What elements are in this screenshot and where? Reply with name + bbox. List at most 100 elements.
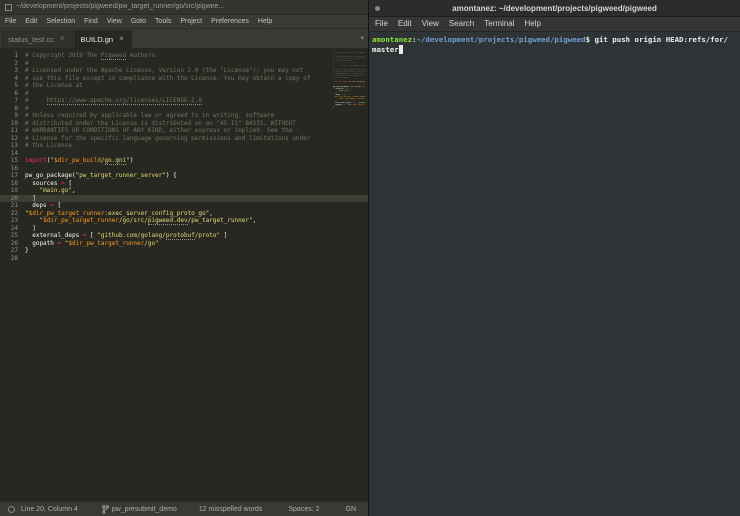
code-line-17: 17pw_go_package("pw_target_runner_server…: [0, 172, 368, 180]
menu-item-help[interactable]: Help: [524, 17, 540, 31]
line-number: 8: [0, 105, 25, 113]
line-number: 23: [0, 217, 25, 225]
code-text: # https://www.apache.org/licenses/LICENS…: [25, 97, 368, 105]
line-number: 14: [0, 150, 25, 158]
window-menu-icon[interactable]: [375, 6, 380, 11]
terminal-window: amontanez: ~/development/projects/pigwee…: [369, 0, 740, 516]
menu-item-find[interactable]: Find: [84, 15, 98, 28]
terminal-screen[interactable]: amontanez:~/development/projects/pigweed…: [369, 32, 740, 516]
line-number: 5: [0, 82, 25, 90]
line-number: 9: [0, 112, 25, 120]
code-text: #: [25, 105, 368, 113]
menu-item-view[interactable]: View: [422, 17, 439, 31]
menu-item-help[interactable]: Help: [258, 15, 272, 28]
editor-titlebar[interactable]: ~/development/projects/pigweed/pw_target…: [0, 0, 368, 15]
code-line-24: 24 ]: [0, 225, 368, 233]
line-number: 6: [0, 90, 25, 98]
line-number: 28: [0, 255, 25, 263]
spellcheck-status[interactable]: 12 misspelled words: [199, 506, 262, 513]
code-text: [25, 255, 368, 263]
line-number: 15: [0, 157, 25, 165]
status-indicator-icon: [8, 506, 15, 513]
line-number: 11: [0, 127, 25, 135]
code-text: import("$dir_pw_build/go.gni"): [25, 157, 368, 165]
code-line-18: 18 sources = [: [0, 180, 368, 188]
cursor-position-status[interactable]: Line 20, Column 4: [21, 506, 78, 513]
menu-item-view[interactable]: View: [107, 15, 122, 28]
menu-item-selection[interactable]: Selection: [46, 15, 75, 28]
terminal-titlebar[interactable]: amontanez: ~/development/projects/pigwee…: [369, 0, 740, 17]
code-line-11: 11# WARRANTIES OR CONDITIONS OF ANY KIND…: [0, 127, 368, 135]
tab-close-icon[interactable]: ×: [119, 35, 124, 43]
code-line-28: 28: [0, 255, 368, 263]
prompt-path: ~/development/projects/pigweed/pigweed: [417, 35, 586, 44]
code-text: [25, 150, 368, 158]
code-line-21: 21 deps = [: [0, 202, 368, 210]
code-line-9: 9# Unless required by applicable law or …: [0, 112, 368, 120]
code-line-26: 26 gopath = "$dir_pw_target_runner/go": [0, 240, 368, 248]
line-number: 1: [0, 52, 25, 60]
window-icon: [5, 4, 12, 11]
terminal-prompt-line: amontanez:~/development/projects/pigweed…: [372, 35, 738, 45]
code-line-22: 22"$dir_pw_target_runner:exec_server_con…: [0, 210, 368, 218]
code-line-4: 4# use this file except in compliance wi…: [0, 75, 368, 83]
editor-statusbar: Line 20, Column 4 pw_presubmit_demo 12 m…: [0, 501, 368, 516]
tab-status_test.cc[interactable]: status_test.cc×: [1, 30, 73, 48]
line-number: 2: [0, 60, 25, 68]
menu-item-project[interactable]: Project: [180, 15, 202, 28]
code-text: # License for the specific language gove…: [25, 135, 368, 143]
line-number: 3: [0, 67, 25, 75]
code-line-10: 10# distributed under the License is dis…: [0, 120, 368, 128]
line-number: 13: [0, 142, 25, 150]
code-text: #: [25, 60, 368, 68]
menu-item-terminal[interactable]: Terminal: [484, 17, 514, 31]
minimap[interactable]: # Copyright 2019 The Pigweed Authors## L…: [333, 52, 365, 111]
tab-overflow-icon[interactable]: ▾: [360, 34, 364, 42]
menu-item-tools[interactable]: Tools: [155, 15, 171, 28]
code-line-25: 25 external_deps = [ "github.com/golang/…: [0, 232, 368, 240]
line-number: 4: [0, 75, 25, 83]
syntax-status[interactable]: GN: [346, 506, 357, 513]
code-text: pw_go_package("pw_target_runner_server")…: [25, 172, 368, 180]
menu-item-file[interactable]: File: [375, 17, 388, 31]
tab-label: BUILD.gn: [81, 35, 114, 44]
code-text: ]: [25, 225, 368, 233]
code-line-3: 3# Licensed under the Apache License, Ve…: [0, 67, 368, 75]
line-number: 7: [0, 97, 25, 105]
code-line-19: 19 "main.go",: [0, 187, 368, 195]
code-line-12: 12# License for the specific language go…: [0, 135, 368, 143]
tab-close-icon[interactable]: ×: [60, 35, 65, 43]
code-text: # WARRANTIES OR CONDITIONS OF ANY KIND, …: [25, 127, 368, 135]
editor-tabbar: status_test.cc× BUILD.gn × ▾: [0, 29, 368, 48]
code-text: "main.go",: [25, 187, 368, 195]
menu-item-file[interactable]: File: [5, 15, 16, 28]
code-line-20: 20 ]: [0, 195, 368, 203]
indentation-status[interactable]: Spaces: 2: [288, 506, 319, 513]
tab-BUILD.gn[interactable]: BUILD.gn ×: [74, 30, 132, 48]
code-line-8: 8#: [0, 105, 368, 113]
menu-item-preferences[interactable]: Preferences: [211, 15, 249, 28]
code-text: # Copyright 2019 The Pigweed Authors: [25, 52, 368, 60]
code-text: "$dir_pw_target_runner/go/src/pigweed.de…: [25, 217, 368, 225]
code-line-13: 13# the License.: [0, 142, 368, 150]
code-line-16: 16: [0, 165, 368, 173]
menu-item-edit[interactable]: Edit: [25, 15, 37, 28]
git-branch-status[interactable]: pw_presubmit_demo: [102, 505, 177, 514]
code-line-15: 15import("$dir_pw_build/go.gni"): [0, 157, 368, 165]
code-text: # the License.: [25, 142, 368, 150]
line-number: 18: [0, 180, 25, 188]
prompt-user: amontanez: [372, 35, 412, 44]
code-text: # Licensed under the Apache License, Ver…: [25, 67, 368, 75]
menu-item-goto[interactable]: Goto: [131, 15, 146, 28]
editor-window-title: ~/development/projects/pigweed/pw_target…: [16, 0, 224, 14]
line-number: 20: [0, 195, 25, 203]
line-number: 16: [0, 165, 25, 173]
menu-item-search[interactable]: Search: [449, 17, 474, 31]
code-line-5: 5# the License at: [0, 82, 368, 90]
code-text: # use this file except in compliance wit…: [25, 75, 368, 83]
line-number: 24: [0, 225, 25, 233]
code-editor[interactable]: 1# Copyright 2019 The Pigweed Authors2#3…: [0, 48, 368, 501]
menu-item-edit[interactable]: Edit: [398, 17, 412, 31]
code-text: }: [25, 247, 368, 255]
line-number: 10: [0, 120, 25, 128]
